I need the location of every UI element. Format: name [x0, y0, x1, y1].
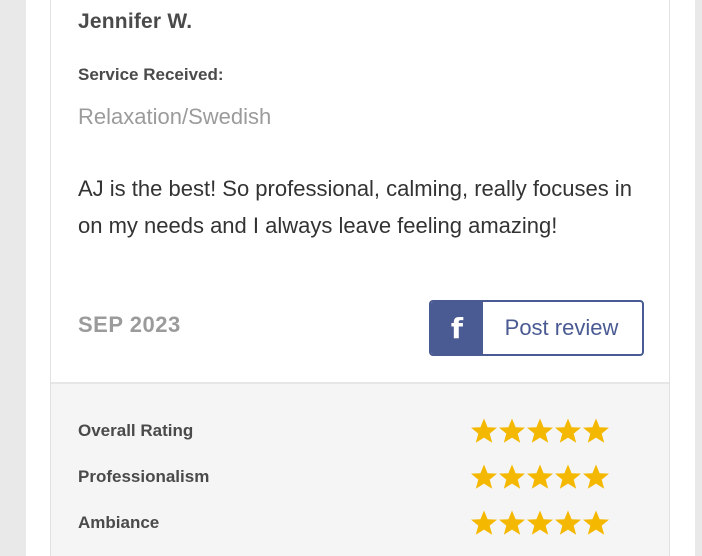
post-review-label: Post review: [504, 315, 619, 340]
ratings-section: Overall Rating Professionalism Ambiance: [51, 384, 669, 556]
rating-row-professionalism: Professionalism: [78, 463, 618, 493]
rating-row-overall: Overall Rating: [78, 417, 618, 447]
star-icon: [555, 418, 581, 443]
star-icon: [499, 418, 525, 443]
star-icon: [555, 464, 581, 489]
review-text: AJ is the best! So professional, calming…: [78, 176, 632, 238]
rating-label: Ambiance: [78, 513, 160, 532]
review-card: Jennifer W. Service Received: Relaxation…: [50, 0, 670, 556]
service-received-value: Relaxation/Swedish: [78, 104, 272, 129]
star-icon: [583, 418, 609, 443]
facebook-icon: f: [431, 302, 483, 354]
rating-label: Professionalism: [78, 467, 210, 486]
star-icon: [527, 418, 553, 443]
service-received-label: Service Received:: [78, 65, 224, 84]
star-rating: [470, 417, 610, 445]
star-icon: [499, 464, 525, 489]
review-date: SEP 2023: [78, 312, 181, 337]
star-icon: [527, 510, 553, 535]
rating-label: Overall Rating: [78, 421, 194, 440]
rating-row-ambiance: Ambiance: [78, 509, 618, 539]
star-icon: [471, 418, 497, 443]
scroll-gutter: [695, 0, 702, 556]
star-rating: [470, 463, 610, 491]
star-rating: [470, 509, 610, 537]
star-icon: [583, 510, 609, 535]
star-icon: [527, 464, 553, 489]
facebook-glyph: f: [450, 311, 464, 345]
star-icon: [555, 510, 581, 535]
post-review-button[interactable]: f Post review: [429, 300, 644, 356]
star-icon: [471, 510, 497, 535]
reviewer-name: Jennifer W.: [78, 10, 193, 33]
star-icon: [499, 510, 525, 535]
star-icon: [471, 464, 497, 489]
star-icon: [583, 464, 609, 489]
